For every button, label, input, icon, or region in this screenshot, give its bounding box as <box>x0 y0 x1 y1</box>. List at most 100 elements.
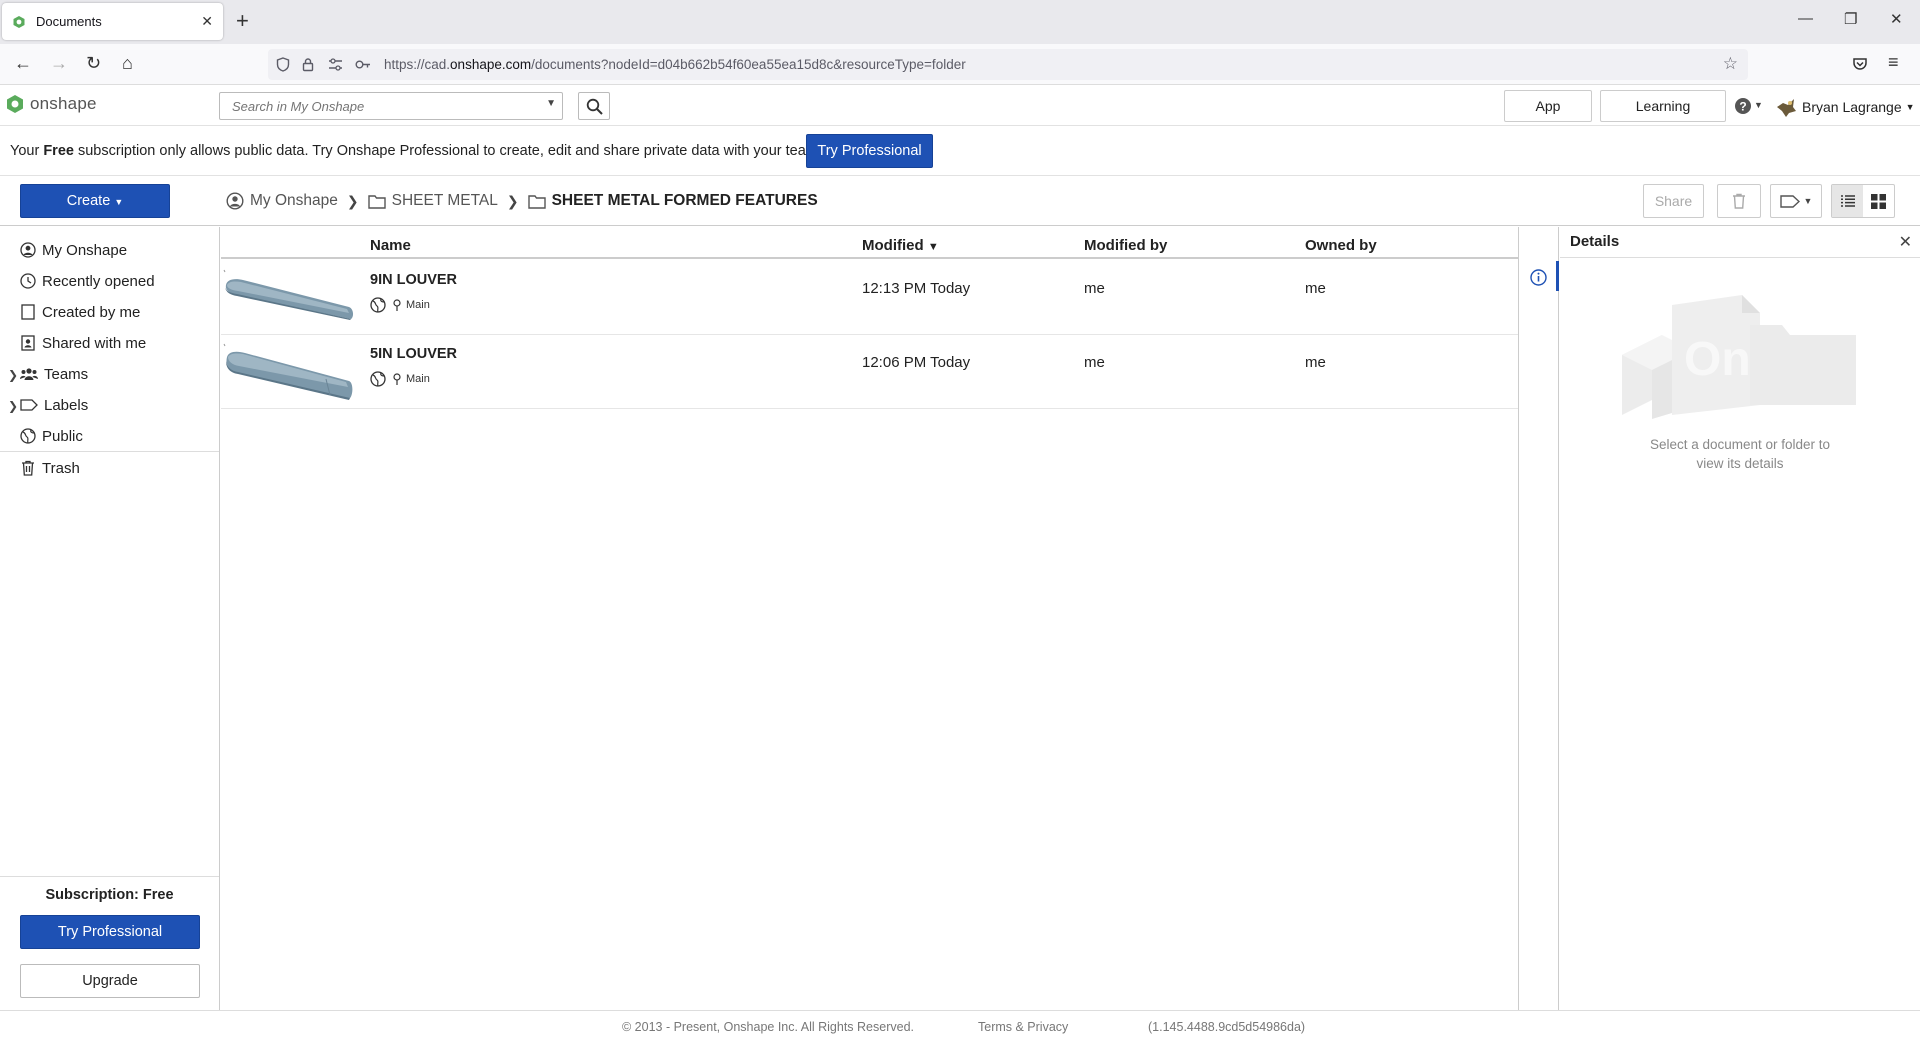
menu-icon[interactable]: ≡ <box>1888 52 1899 72</box>
help-icon: ? <box>1735 98 1751 114</box>
try-professional-sidebar-button[interactable]: Try Professional <box>20 915 200 949</box>
pocket-icon[interactable] <box>1852 56 1868 72</box>
modified-cell: 12:13 PM Today <box>862 280 971 297</box>
column-header-modified[interactable]: Modified ▼ <box>862 237 939 254</box>
document-thumbnail <box>223 343 353 400</box>
search-icon <box>586 98 603 115</box>
breadcrumb-sheet-metal[interactable]: SHEET METAL <box>392 192 498 210</box>
sidebar-item-label: Created by me <box>42 303 141 321</box>
key-icon[interactable] <box>355 59 371 70</box>
url-bar[interactable]: https://cad.onshape.com/documents?nodeId… <box>268 49 1748 80</box>
breadcrumb-my-onshape[interactable]: My Onshape <box>250 192 338 210</box>
bookmark-star-icon[interactable]: ☆ <box>1723 54 1738 74</box>
table-row[interactable]: 5IN LOUVER Main 12:06 PM Today me me <box>221 335 1518 409</box>
browser-tab-bar: Documents ✕ + — ❐ ✕ <box>0 0 1920 44</box>
list-view-icon <box>1840 195 1855 207</box>
delete-button[interactable] <box>1717 184 1761 218</box>
column-header-modified-by[interactable]: Modified by <box>1084 237 1167 254</box>
create-button[interactable]: Create ▼ <box>20 184 170 218</box>
list-view-button[interactable] <box>1832 185 1863 217</box>
grid-view-button[interactable] <box>1863 185 1894 217</box>
permissions-icon[interactable] <box>328 58 343 71</box>
details-empty-hint: Select a document or folder to view its … <box>1560 435 1920 473</box>
footer: © 2013 - Present, Onshape Inc. All Right… <box>0 1010 1920 1040</box>
try-professional-banner-button[interactable]: Try Professional <box>806 134 933 168</box>
globe-icon <box>370 297 386 313</box>
back-icon[interactable]: ← <box>14 53 32 73</box>
document-name[interactable]: 5IN LOUVER <box>370 346 457 362</box>
onshape-logo[interactable]: onshape <box>6 94 97 114</box>
sort-descending-icon: ▼ <box>927 241 939 253</box>
app-header: onshape ▼ App Store Learning Center ? ▼ … <box>0 85 1920 144</box>
column-header-owned-by[interactable]: Owned by <box>1305 237 1377 254</box>
lock-icon[interactable] <box>302 57 314 72</box>
help-menu[interactable]: ? ▼ <box>1734 97 1763 118</box>
user-name: Bryan Lagrange <box>1802 99 1902 115</box>
sidebar-item-labels[interactable]: Labels <box>20 394 88 416</box>
modified-by-cell: me <box>1084 280 1105 297</box>
search-input[interactable] <box>220 93 540 119</box>
banner-message: Your Free subscription only allows publi… <box>10 143 822 159</box>
learning-center-button[interactable]: Learning Center <box>1600 90 1726 144</box>
onshape-favicon-icon <box>13 15 25 28</box>
sidebar-item-trash[interactable]: Trash <box>20 457 80 479</box>
sidebar-item-public[interactable]: Public <box>20 425 83 447</box>
subscription-banner: Your Free subscription only allows publi… <box>0 126 1920 176</box>
details-tab-strip <box>1518 227 1559 1010</box>
new-tab-icon[interactable]: + <box>236 8 249 34</box>
svg-text:?: ? <box>1739 100 1746 114</box>
sidebar-item-label: Teams <box>44 365 89 383</box>
app-store-button[interactable]: App Store <box>1504 90 1592 144</box>
sidebar-item-shared-with-me[interactable]: Shared with me <box>20 332 146 354</box>
reload-icon[interactable]: ↻ <box>86 53 101 73</box>
owned-by-cell: me <box>1305 354 1326 371</box>
footer-copyright: © 2013 - Present, Onshape Inc. All Right… <box>622 1020 914 1034</box>
forward-icon[interactable]: → <box>50 53 68 73</box>
breadcrumb-current-folder: SHEET METAL FORMED FEATURES <box>551 192 818 209</box>
trash-icon <box>22 460 34 476</box>
sidebar-divider <box>0 451 219 452</box>
share-button[interactable]: Share <box>1643 184 1704 218</box>
search-button[interactable] <box>578 92 610 120</box>
table-row[interactable]: 9IN LOUVER Main 12:13 PM Today me me <box>221 261 1518 335</box>
sidebar-item-label: My Onshape <box>42 241 128 259</box>
user-menu[interactable]: Bryan Lagrange ▼ <box>1774 95 1915 119</box>
restore-window-icon[interactable]: ❐ <box>1844 10 1857 28</box>
trash-icon <box>1733 193 1745 209</box>
search-dropdown-icon[interactable]: ▼ <box>546 98 556 109</box>
browser-tab-documents[interactable]: Documents ✕ <box>2 3 223 40</box>
sidebar-item-my-onshape[interactable]: My Onshape <box>20 239 127 261</box>
home-icon[interactable]: ⌂ <box>122 53 133 73</box>
document-name[interactable]: 9IN LOUVER <box>370 272 457 288</box>
document-icon <box>21 304 35 320</box>
footer-terms-link[interactable]: Terms & Privacy <box>978 1020 1068 1034</box>
column-header-name[interactable]: Name <box>370 237 411 254</box>
document-thumbnail <box>223 269 354 320</box>
person-circle-icon <box>226 192 244 210</box>
shield-icon[interactable] <box>276 57 290 72</box>
empty-details-illustration-icon: On <box>1622 295 1856 419</box>
sidebar-item-teams[interactable]: Teams <box>20 363 88 385</box>
teams-expand-chevron-icon[interactable]: ❯ <box>8 368 18 382</box>
branch-name: Main <box>406 299 430 311</box>
folder-icon <box>527 194 546 209</box>
info-icon[interactable] <box>1530 269 1547 286</box>
minimize-window-icon[interactable]: — <box>1798 10 1813 27</box>
person-circle-icon <box>20 242 36 258</box>
sidebar-item-recently-opened[interactable]: Recently opened <box>20 270 155 292</box>
label-menu-button[interactable]: ▼ <box>1770 184 1822 218</box>
branch-pin-icon <box>393 299 401 311</box>
close-details-icon[interactable]: ✕ <box>1899 232 1912 252</box>
labels-expand-chevron-icon[interactable]: ❯ <box>8 399 18 413</box>
sidebar-item-label: Labels <box>44 396 89 414</box>
sidebar-item-created-by-me[interactable]: Created by me <box>20 301 140 323</box>
upgrade-button[interactable]: Upgrade <box>20 964 200 998</box>
breadcrumb-chevron-icon: ❯ <box>506 192 519 209</box>
logo-text: onshape <box>30 94 97 113</box>
details-title: Details <box>1570 233 1620 250</box>
close-tab-icon[interactable]: ✕ <box>201 13 213 30</box>
subscription-label: Subscription: Free <box>45 887 174 903</box>
shared-icon <box>21 335 35 351</box>
close-window-icon[interactable]: ✕ <box>1890 10 1903 28</box>
owned-by-cell: me <box>1305 280 1326 297</box>
